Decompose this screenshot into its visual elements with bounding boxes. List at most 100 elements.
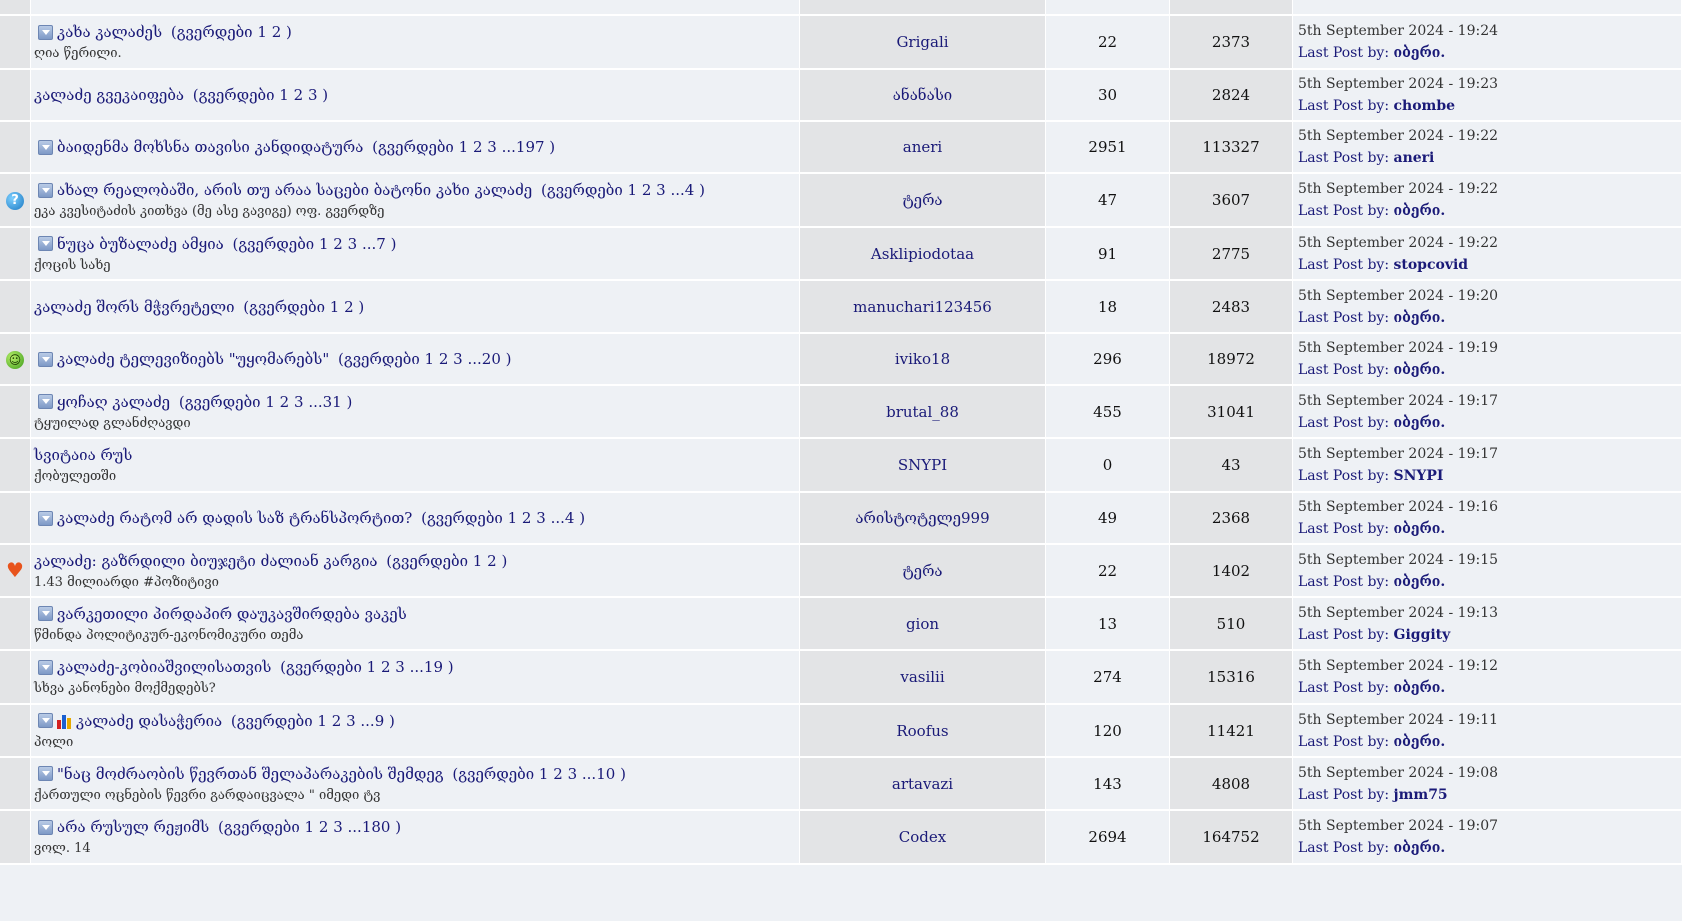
- attachment-icon[interactable]: [38, 713, 53, 728]
- last-post-user-link[interactable]: aneri: [1394, 150, 1435, 166]
- page-link[interactable]: 1: [279, 86, 289, 104]
- page-link[interactable]: 2: [487, 552, 497, 570]
- topic-author-link[interactable]: ტერა: [902, 562, 942, 580]
- page-link[interactable]: 1: [330, 298, 340, 316]
- topic-title-link[interactable]: კალაძე: გაზრდილი ბიუჯეტი ძალიან კარგია: [34, 550, 378, 572]
- attachment-icon[interactable]: [38, 766, 53, 781]
- page-link[interactable]: 1: [459, 138, 469, 156]
- attachment-icon[interactable]: [38, 236, 53, 251]
- page-link[interactable]: 1: [367, 658, 377, 676]
- page-link[interactable]: ...180: [348, 818, 391, 836]
- topic-author-link[interactable]: Grigali: [896, 33, 948, 51]
- last-post-user-link[interactable]: იბერი.: [1394, 203, 1446, 219]
- topic-title-link[interactable]: "ნაც მოძრაობის წევრთან შელაპარაკების შემ…: [57, 763, 444, 785]
- topic-author-link[interactable]: ანანასი: [893, 86, 952, 104]
- attachment-icon[interactable]: [38, 139, 53, 155]
- topic-author-link[interactable]: brutal_88: [886, 403, 959, 421]
- last-post-user-link[interactable]: იბერი.: [1394, 574, 1446, 590]
- topic-author-link[interactable]: არისტოტელე999: [855, 509, 989, 527]
- topic-author-link[interactable]: Roofus: [896, 722, 948, 740]
- last-post-user-link[interactable]: იბერი.: [1394, 310, 1446, 326]
- page-link[interactable]: 1: [317, 712, 327, 730]
- page-link[interactable]: 3: [333, 818, 343, 836]
- page-link[interactable]: 1: [305, 818, 315, 836]
- last-post-user-link[interactable]: იბერი.: [1394, 362, 1446, 378]
- page-link[interactable]: ...4: [670, 181, 694, 199]
- attachment-icon[interactable]: [38, 659, 53, 675]
- page-link[interactable]: ...7: [362, 235, 386, 253]
- topic-title-link[interactable]: ვარკეთილი პირდაპირ დაუკავშირდება ვაკეს: [57, 603, 407, 625]
- page-link[interactable]: 2: [272, 23, 282, 41]
- page-link[interactable]: 2: [381, 658, 391, 676]
- page-link[interactable]: ...10: [582, 765, 615, 783]
- page-link[interactable]: 1: [257, 23, 267, 41]
- page-link[interactable]: ...9: [360, 712, 384, 730]
- page-link[interactable]: 1: [319, 235, 329, 253]
- last-post-user-link[interactable]: იბერი.: [1394, 45, 1446, 61]
- page-link[interactable]: 1: [539, 765, 549, 783]
- page-link[interactable]: 3: [453, 350, 463, 368]
- topic-title-link[interactable]: ბაიდენმა მოხსნა თავისი კანდიდატურა: [57, 136, 363, 158]
- attachment-icon[interactable]: [38, 351, 53, 367]
- last-post-user-link[interactable]: იბერი.: [1394, 680, 1446, 696]
- last-post-user-link[interactable]: SNYPI: [1394, 468, 1444, 484]
- topic-title-link[interactable]: კალაძე-კობიაშვილისათვის: [57, 656, 271, 678]
- topic-title-link[interactable]: არა რუსულ რეჟიმს: [57, 816, 209, 838]
- page-link[interactable]: 3: [536, 509, 546, 527]
- page-link[interactable]: ...20: [467, 350, 500, 368]
- page-link[interactable]: 3: [487, 138, 497, 156]
- page-link[interactable]: 2: [642, 181, 652, 199]
- topic-title-link[interactable]: ნუცა ბუზალაძე ამყია: [57, 233, 224, 255]
- last-post-user-link[interactable]: იბერი.: [1394, 840, 1446, 856]
- page-link[interactable]: ...4: [551, 509, 575, 527]
- page-link[interactable]: 2: [344, 298, 354, 316]
- last-post-user-link[interactable]: stopcovid: [1394, 257, 1469, 273]
- topic-title-link[interactable]: სვიტაია რუს: [34, 444, 132, 466]
- page-link[interactable]: 2: [522, 509, 532, 527]
- page-link[interactable]: 2: [473, 138, 483, 156]
- page-link[interactable]: 3: [346, 712, 356, 730]
- attachment-icon[interactable]: [38, 819, 53, 835]
- page-link[interactable]: 1: [473, 552, 483, 570]
- topic-title-link[interactable]: კალაძე შორს მჭვრეტელი: [34, 296, 235, 318]
- topic-title-link[interactable]: კალაძე რატომ არ დადის საზ ტრანსპორტით?: [57, 507, 412, 529]
- last-post-user-link[interactable]: jmm75: [1394, 787, 1448, 803]
- topic-author-link[interactable]: aneri: [903, 138, 942, 156]
- page-link[interactable]: 2: [294, 86, 304, 104]
- page-link[interactable]: 2: [280, 393, 290, 411]
- page-link[interactable]: 3: [395, 658, 405, 676]
- last-post-user-link[interactable]: chombe: [1394, 98, 1456, 114]
- topic-title-link[interactable]: ყოჩაღ კალაძე: [57, 391, 170, 413]
- page-link[interactable]: 3: [568, 765, 578, 783]
- topic-title-link[interactable]: კალაძე გვეკაიფება: [34, 84, 184, 106]
- page-link[interactable]: 2: [319, 818, 329, 836]
- last-post-user-link[interactable]: იბერი.: [1394, 521, 1446, 537]
- page-link[interactable]: 2: [553, 765, 563, 783]
- page-link[interactable]: 2: [333, 235, 343, 253]
- topic-author-link[interactable]: Codex: [899, 828, 946, 846]
- page-link[interactable]: 1: [265, 393, 275, 411]
- attachment-icon[interactable]: [38, 24, 53, 40]
- page-link[interactable]: 3: [294, 393, 304, 411]
- topic-title-link[interactable]: კახა კალაძეს: [57, 21, 162, 43]
- page-link[interactable]: 1: [425, 350, 435, 368]
- page-link[interactable]: 1: [508, 509, 518, 527]
- page-link[interactable]: 2: [332, 712, 342, 730]
- topic-title-link[interactable]: კალაძე დასაჭერია: [76, 710, 222, 732]
- last-post-user-link[interactable]: იბერი.: [1394, 415, 1446, 431]
- attachment-icon[interactable]: [38, 510, 53, 526]
- page-link[interactable]: 1: [628, 181, 638, 199]
- attachment-icon[interactable]: [38, 394, 53, 409]
- topic-title-link[interactable]: ახალ რეალობაში, არის თუ არაა საცები ბატო…: [57, 179, 532, 201]
- page-link[interactable]: ...197: [502, 138, 545, 156]
- attachment-icon[interactable]: [38, 182, 53, 198]
- last-post-user-link[interactable]: Giggity: [1394, 627, 1451, 643]
- topic-author-link[interactable]: Asklipiodotaa: [871, 245, 974, 263]
- topic-author-link[interactable]: artavazi: [892, 775, 953, 793]
- page-link[interactable]: 2: [439, 350, 449, 368]
- page-link[interactable]: ...31: [308, 393, 341, 411]
- topic-author-link[interactable]: SNYPI: [898, 456, 947, 474]
- page-link[interactable]: 3: [348, 235, 358, 253]
- attachment-icon[interactable]: [38, 606, 53, 621]
- topic-title-link[interactable]: კალაძე ტელევიზიებს "უყომარებს": [57, 348, 329, 370]
